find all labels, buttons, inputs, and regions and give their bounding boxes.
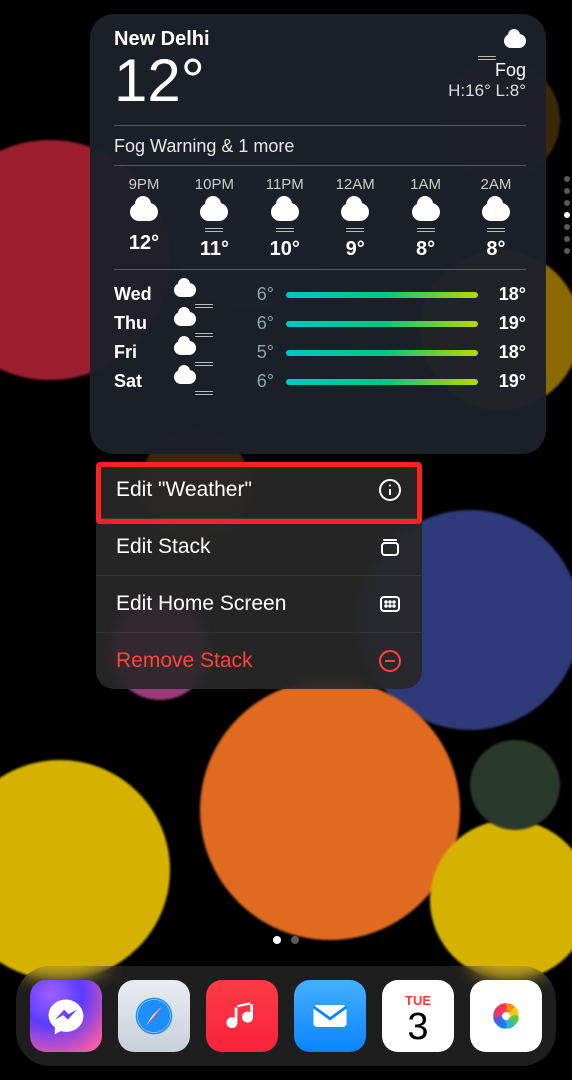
menu-item-label: Edit Stack [116,535,211,559]
weather-current-temp: 12° [114,51,210,111]
widget-context-menu: Edit "Weather" Edit Stack Edit Home Scre… [96,462,422,689]
fog-icon [448,28,526,60]
edit-stack-button[interactable]: Edit Stack [96,519,422,576]
page-indicator[interactable] [0,936,572,944]
edit-weather-button[interactable]: Edit "Weather" [96,462,422,519]
dock: TUE 3 [16,966,556,1066]
edit-home-screen-button[interactable]: Edit Home Screen [96,576,422,633]
weather-widget[interactable]: New Delhi 12° Fog H:16° L:8° Fog Warning… [90,14,546,454]
widget-stack-indicator [564,176,570,254]
remove-icon [378,649,402,673]
weather-warning: Fog Warning & 1 more [114,136,526,157]
hourly-forecast: 9PM12° 10PM11° 11PM10° 12AM9° 1AM8° 2AM8… [114,176,526,261]
info-icon [378,478,402,502]
menu-item-label: Edit Home Screen [116,592,286,616]
music-app-icon[interactable] [206,980,278,1052]
messenger-app-icon[interactable] [30,980,102,1052]
photos-app-icon[interactable] [470,980,542,1052]
daily-forecast: Wed6°18° Thu6°19° Fri5°18° Sat6°19° [114,280,526,396]
calendar-day: 3 [407,1008,428,1046]
safari-app-icon[interactable] [118,980,190,1052]
menu-item-label: Edit "Weather" [116,478,252,502]
remove-stack-button[interactable]: Remove Stack [96,633,422,689]
calendar-app-icon[interactable]: TUE 3 [382,980,454,1052]
weather-hi-lo: H:16° L:8° [448,81,526,101]
weather-condition: Fog [448,60,526,81]
home-screen-grid-icon [378,592,402,616]
menu-item-label: Remove Stack [116,649,253,673]
stack-icon [378,535,402,559]
mail-app-icon[interactable] [294,980,366,1052]
